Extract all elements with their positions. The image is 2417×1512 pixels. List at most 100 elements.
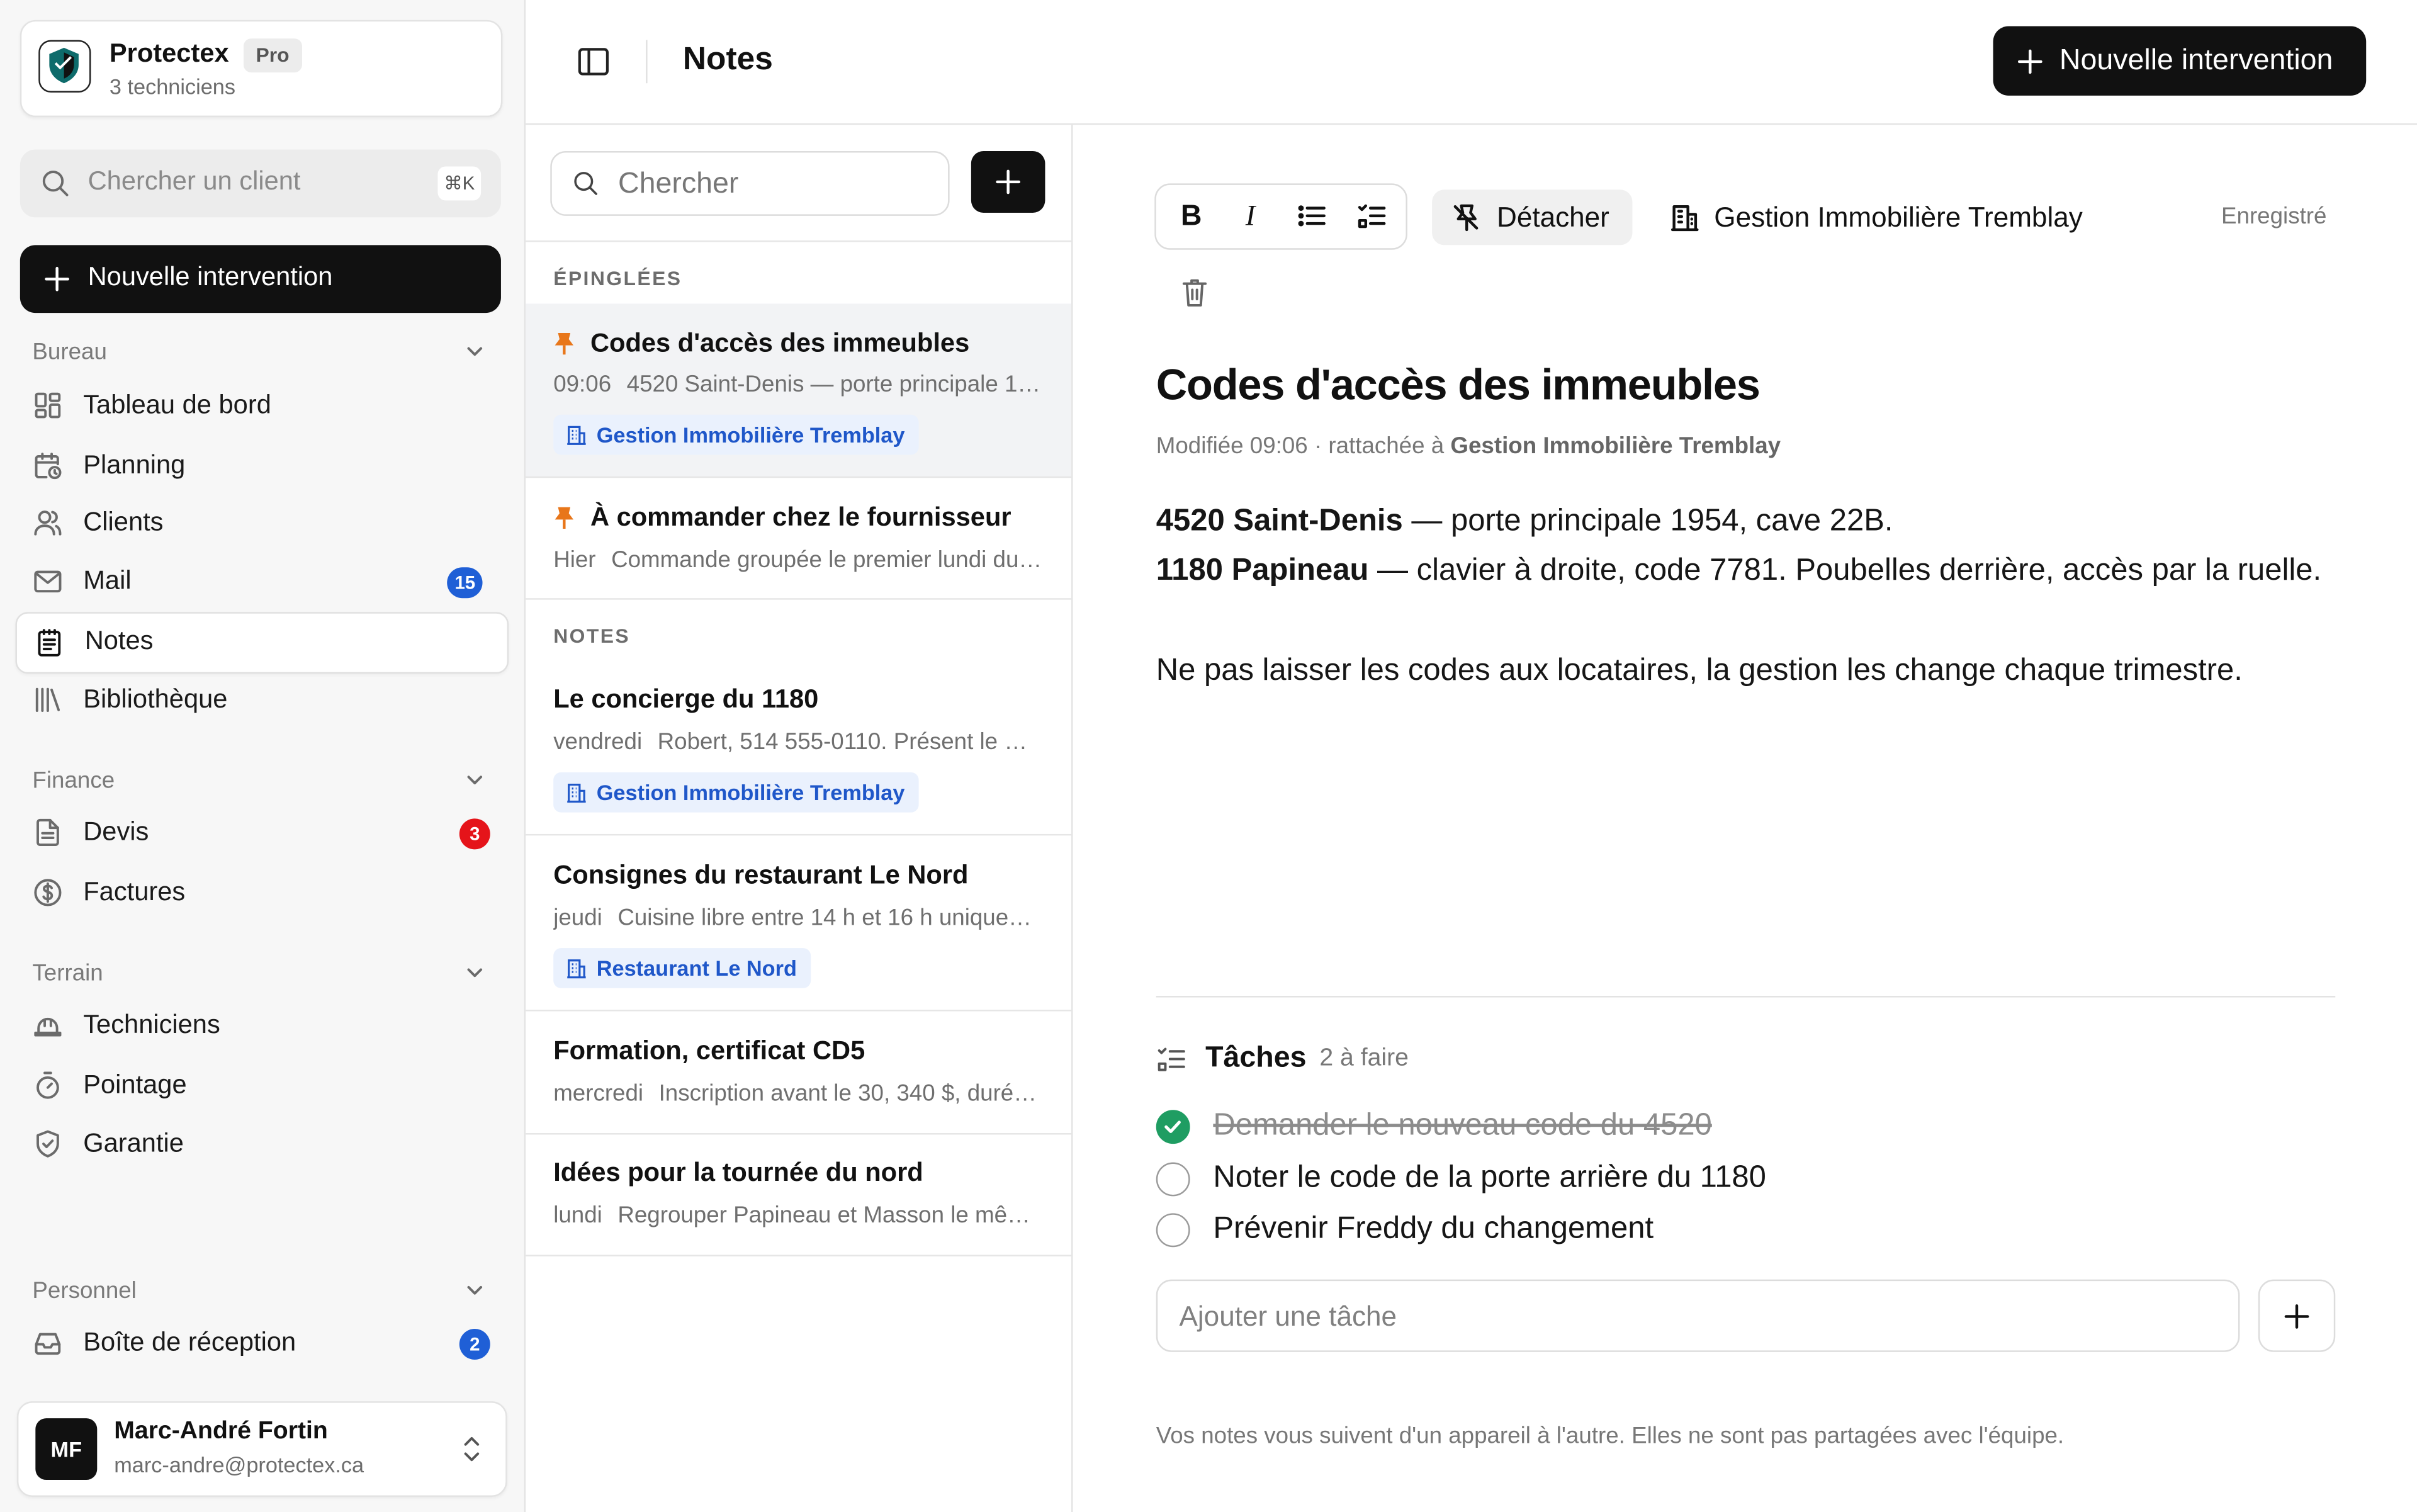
client-tag[interactable]: Gestion Immobilière Tremblay	[553, 414, 919, 455]
bullet-list-button[interactable]	[1284, 183, 1339, 245]
task-checkbox[interactable]	[1156, 1162, 1190, 1197]
client-tag-label: Restaurant Le Nord	[596, 956, 797, 981]
note-time: vendredi	[553, 729, 643, 756]
devis-count-badge: 3	[459, 818, 490, 850]
list-item-concierge[interactable]: Le concierge du 1180 vendredi Robert, 514…	[526, 662, 1072, 836]
pinned-section-label: ÉPINGLÉES	[553, 266, 682, 290]
checklist-button[interactable]	[1344, 183, 1400, 245]
tasks-divider	[1156, 996, 2336, 998]
list-item-tournee[interactable]: Idées pour la tournée du nord lundi Regro…	[526, 1134, 1072, 1256]
save-status: Enregistré	[2221, 203, 2327, 230]
note-body-paragraph[interactable]: Ne pas laisser les codes aux locataires,…	[1156, 653, 2243, 689]
sidebar-item-notes[interactable]: Notes	[15, 612, 509, 674]
header-new-intervention-button[interactable]: Nouvelle intervention	[1993, 26, 2367, 96]
user-name: Marc-André Fortin	[114, 1418, 328, 1445]
sidebar-item-label: Devis	[83, 816, 149, 847]
workspace-logo	[38, 40, 91, 93]
sidebar-item-clients[interactable]: Clients	[15, 494, 505, 552]
sidebar-item-pointage[interactable]: Pointage	[15, 1056, 505, 1115]
sidebar-item-label: Pointage	[83, 1069, 187, 1100]
plan-badge: Pro	[243, 38, 302, 73]
stopwatch-icon	[37, 1071, 59, 1099]
note-meta-line: Modifiée 09:06 · rattachée à Gestion Imm…	[1156, 433, 1781, 460]
client-search[interactable]: Chercher un client ⌘K	[20, 149, 501, 218]
note-title: Codes d'accès des immeubles	[590, 328, 970, 358]
sync-footer-note: Vos notes vous suivent d'un appareil à l…	[1156, 1423, 2065, 1450]
dollar-circle-icon	[34, 879, 62, 906]
mail-count-badge: 15	[447, 567, 483, 599]
note-body-line-1[interactable]: 4520 Saint-Denis — porte principale 1954…	[1156, 504, 1893, 539]
sidebar-item-techniciens[interactable]: Techniciens	[15, 996, 505, 1054]
shortcut-hint: ⌘K	[437, 166, 482, 201]
note-title-heading[interactable]: Codes d'accès des immeubles	[1156, 361, 1761, 410]
note-title: Idées pour la tournée du nord	[553, 1158, 923, 1187]
user-email: marc-andre@protectex.ca	[114, 1452, 364, 1477]
sidebar-item-library[interactable]: Bibliothèque	[15, 670, 505, 729]
sidebar-item-planning[interactable]: Planning	[15, 436, 505, 495]
list-item-commander[interactable]: À commander chez le fournisseur Hier Comm…	[526, 478, 1072, 600]
client-search-placeholder: Chercher un client	[87, 166, 301, 196]
workspace-switcher[interactable]: Protectex Pro 3 techniciens	[20, 20, 503, 118]
line-text: — porte principale 1954, cave 22B.	[1402, 504, 1893, 538]
list-item-codes-acces[interactable]: Codes d'accès des immeubles 09:06 4520 Sa…	[526, 303, 1072, 478]
sidebar-item-factures[interactable]: Factures	[15, 863, 505, 922]
add-task-placeholder: Ajouter une tâche	[1179, 1300, 1397, 1332]
hard-hat-icon	[34, 1017, 62, 1037]
italic-button[interactable]: I	[1222, 183, 1278, 245]
chevron-down-icon[interactable]	[464, 341, 485, 362]
avatar: MF	[35, 1418, 98, 1481]
task-text[interactable]: Noter le code de la porte arrière du 118…	[1213, 1161, 1766, 1196]
task-text[interactable]: Demander le nouveau code du 4520	[1213, 1109, 1711, 1144]
note-meta: Hier Commande groupée le premier lundi du…	[553, 547, 1044, 573]
note-meta-prefix: Modifiée 09:06 · rattachée à	[1156, 433, 1445, 460]
user-menu[interactable]: MF Marc-André Fortin marc-andre@protecte…	[16, 1401, 507, 1497]
new-intervention-button[interactable]: Nouvelle intervention	[20, 245, 501, 313]
sidebar-item-dashboard[interactable]: Tableau de bord	[15, 376, 505, 435]
client-tag[interactable]: Gestion Immobilière Tremblay	[553, 772, 919, 813]
sidebar-item-mail[interactable]: Mail 15	[15, 552, 505, 611]
sidebar-item-devis[interactable]: Devis 3	[15, 803, 505, 862]
note-time: mercredi	[553, 1080, 644, 1107]
note-title: Consignes du restaurant Le Nord	[553, 860, 969, 890]
note-meta: lundi Regrouper Papineau et Masson le mêm…	[553, 1202, 1044, 1229]
document-icon	[37, 818, 59, 847]
note-body-line-2[interactable]: 1180 Papineau — clavier à droite, code 7…	[1156, 553, 2321, 589]
note-meta-client[interactable]: Gestion Immobilière Tremblay	[1450, 433, 1781, 460]
note-preview: Robert, 514 555-0110. Présent le matin	[657, 729, 1044, 756]
check-icon	[1164, 1120, 1181, 1134]
note-preview: Commande groupée le premier lundi du moi…	[611, 547, 1044, 574]
client-link-button[interactable]: Gestion Immobilière Tremblay	[1665, 189, 2112, 245]
task-item: Prévenir Freddy du changement	[1156, 1212, 1773, 1255]
add-task-button[interactable]	[2258, 1279, 2336, 1352]
trash-icon[interactable]	[1179, 276, 1210, 310]
note-title: À commander chez le fournisseur	[590, 502, 1011, 532]
sidebar-item-inbox[interactable]: Boîte de réception 2	[15, 1314, 505, 1372]
chevron-down-icon[interactable]	[464, 769, 485, 791]
sidebar: Protectex Pro 3 techniciens Chercher un …	[0, 0, 526, 1512]
header-divider	[646, 40, 648, 84]
task-checkbox-checked[interactable]	[1156, 1110, 1190, 1144]
notes-search[interactable]: Chercher	[550, 151, 950, 216]
tasks-icon	[1158, 1047, 1185, 1071]
sidebar-item-garantie[interactable]: Garantie	[15, 1115, 505, 1173]
list-item-formation[interactable]: Formation, certificat CD5 mercredi Inscri…	[526, 1012, 1072, 1135]
add-note-button[interactable]	[971, 151, 1045, 213]
chevron-down-icon[interactable]	[464, 1280, 485, 1301]
sidebar-toggle-icon[interactable]	[577, 45, 611, 79]
calendar-clock-icon	[35, 453, 62, 480]
note-time: lundi	[553, 1202, 602, 1229]
sidebar-item-label: Mail	[83, 565, 132, 595]
task-text[interactable]: Prévenir Freddy du changement	[1213, 1212, 1654, 1247]
sidebar-item-label: Boîte de réception	[83, 1327, 296, 1357]
list-item-restaurant[interactable]: Consignes du restaurant Le Nord jeudi Cui…	[526, 835, 1072, 1012]
note-preview: Cuisine libre entre 14 h et 16 h uniquem…	[617, 905, 1044, 932]
detach-button[interactable]: Détacher	[1432, 189, 1633, 245]
task-checkbox[interactable]	[1156, 1213, 1190, 1248]
bold-button[interactable]: B	[1163, 183, 1218, 245]
inbox-icon	[35, 1333, 61, 1355]
add-task-input[interactable]: Ajouter une tâche	[1156, 1279, 2240, 1352]
search-icon	[574, 172, 597, 195]
client-tag[interactable]: Restaurant Le Nord	[553, 948, 811, 988]
chevron-down-icon[interactable]	[464, 962, 485, 983]
section-personnel: Personnel	[32, 1278, 137, 1304]
